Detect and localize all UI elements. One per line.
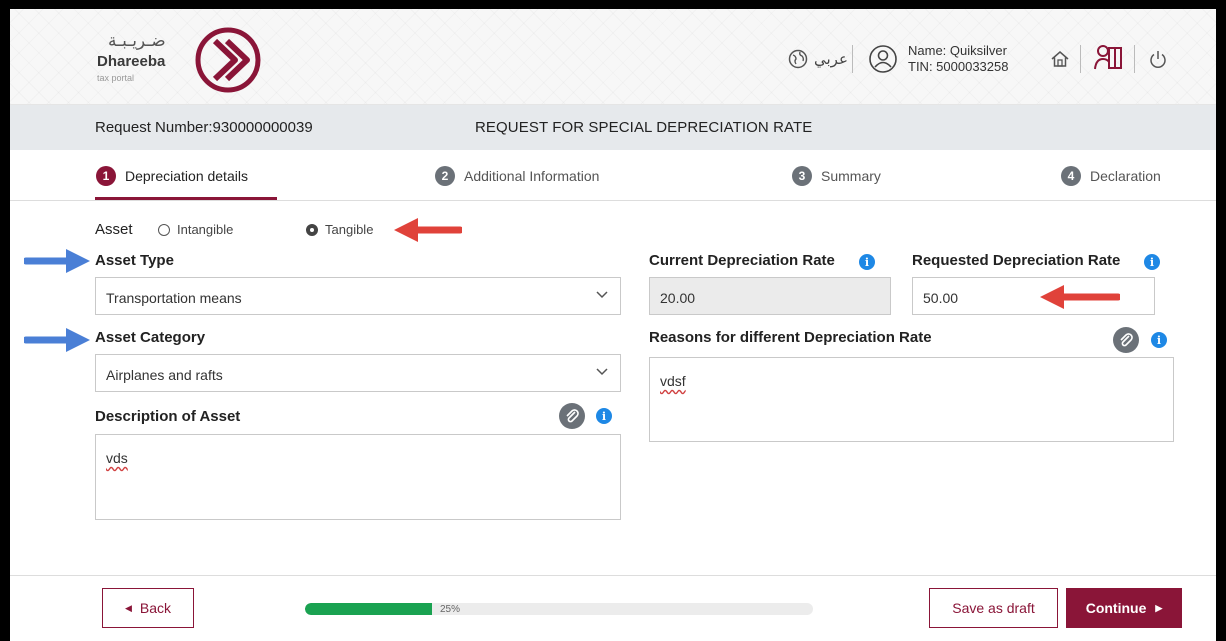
current-rate-field: 20.00 [649, 277, 891, 315]
footer-bar: ◀ Back 25% Save as draft Continue ▶ [10, 575, 1216, 641]
radio-circle-selected [306, 223, 318, 236]
paperclip-icon [566, 409, 579, 423]
selected-value: Airplanes and rafts [106, 367, 223, 383]
active-step-indicator [95, 197, 277, 200]
asset-type-select[interactable]: Transportation means [95, 277, 621, 315]
wizard-steps: 1 Depreciation details 2 Additional Info… [10, 150, 1216, 201]
attachment-button[interactable] [1113, 327, 1139, 353]
step-label: Summary [821, 168, 881, 184]
asset-type-label: Asset Type [95, 252, 174, 269]
reasons-textarea[interactable]: vdsf [649, 357, 1174, 442]
logo-subtitle: tax portal [97, 73, 135, 83]
request-number: Request Number:930000000039 [95, 119, 313, 136]
user-name: Name: Quiksilver [908, 43, 1007, 58]
back-button-label: Back [139, 600, 172, 616]
step-number: 4 [1061, 166, 1081, 186]
paperclip-icon [1120, 333, 1133, 347]
step-number: 2 [435, 166, 455, 186]
header-divider [1080, 45, 1081, 73]
power-logout-icon[interactable] [1148, 49, 1168, 69]
info-icon[interactable]: i [1151, 332, 1167, 348]
annotation-arrow-red [394, 218, 462, 242]
user-tin: TIN: 5000033258 [908, 59, 1009, 74]
info-icon[interactable]: i [859, 254, 875, 270]
radio-label: Intangible [177, 222, 234, 237]
step-number: 1 [96, 166, 116, 186]
step-summary[interactable]: 3 Summary [792, 166, 881, 186]
step-additional-information[interactable]: 2 Additional Information [435, 166, 599, 186]
step-label: Depreciation details [125, 168, 248, 184]
caret-right-icon: ▶ [1155, 602, 1163, 613]
language-toggle[interactable]: عربي [814, 50, 848, 68]
textarea-value: vdsf [660, 373, 686, 389]
step-number: 3 [792, 166, 812, 186]
textarea-value: vds [106, 450, 128, 466]
description-label: Description of Asset [95, 408, 241, 425]
info-icon[interactable]: i [1144, 254, 1160, 270]
request-bar: Request Number:930000000039 REQUEST FOR … [10, 105, 1216, 150]
step-label: Declaration [1090, 168, 1161, 184]
info-icon[interactable]: i [596, 408, 612, 424]
description-textarea[interactable]: vds [95, 434, 621, 520]
attachment-button[interactable] [559, 403, 585, 429]
chevron-down-icon [596, 368, 608, 376]
progress-fill [305, 603, 432, 615]
radio-tangible[interactable]: Tangible [306, 222, 373, 237]
step-depreciation-details[interactable]: 1 Depreciation details [96, 166, 248, 186]
user-avatar-icon[interactable] [868, 44, 898, 74]
user-guide-icon[interactable] [1093, 43, 1125, 73]
requested-rate-label: Requested Depreciation Rate [912, 252, 1121, 269]
progress-bar [305, 603, 813, 615]
step-label: Additional Information [464, 168, 600, 184]
radio-circle [158, 223, 170, 236]
header-divider [852, 45, 853, 73]
asset-category-select[interactable]: Airplanes and rafts [95, 354, 621, 392]
header-divider [1134, 45, 1135, 73]
caret-left-icon: ◀ [124, 602, 132, 613]
globe-icon[interactable] [788, 49, 808, 69]
selected-value: Transportation means [106, 290, 242, 306]
progress-text: 25% [440, 604, 461, 615]
current-rate-label: Current Depreciation Rate [649, 252, 835, 269]
dhareeba-logo-icon[interactable] [195, 27, 261, 93]
radio-label: Tangible [325, 222, 374, 237]
asset-label: Asset [95, 221, 133, 238]
logo-name: Dhareeba [97, 53, 166, 70]
continue-button[interactable]: Continue ▶ [1066, 588, 1182, 628]
chevron-down-icon [596, 291, 608, 299]
reasons-label: Reasons for different Depreciation Rate [649, 329, 932, 346]
annotation-arrow-red [1040, 285, 1120, 309]
page-title: REQUEST FOR SPECIAL DEPRECIATION RATE [475, 119, 813, 136]
save-draft-button[interactable]: Save as draft [929, 588, 1058, 628]
asset-category-label: Asset Category [95, 329, 206, 346]
logo-arabic-text: ضـريـبـة [108, 31, 166, 51]
app-frame: ضـريـبـة Dhareeba tax portal عربي Name: … [10, 9, 1216, 641]
top-header: ضـريـبـة Dhareeba tax portal عربي Name: … [10, 9, 1216, 105]
annotation-arrow-blue [24, 328, 90, 352]
field-value: 20.00 [660, 290, 696, 306]
field-value: 50.00 [923, 290, 959, 306]
home-icon[interactable] [1050, 49, 1070, 69]
annotation-arrow-blue [24, 249, 90, 273]
radio-intangible[interactable]: Intangible [158, 222, 233, 237]
step-declaration[interactable]: 4 Declaration [1061, 166, 1161, 186]
continue-button-label: Continue [1085, 600, 1147, 616]
back-button[interactable]: ◀ Back [102, 588, 194, 628]
